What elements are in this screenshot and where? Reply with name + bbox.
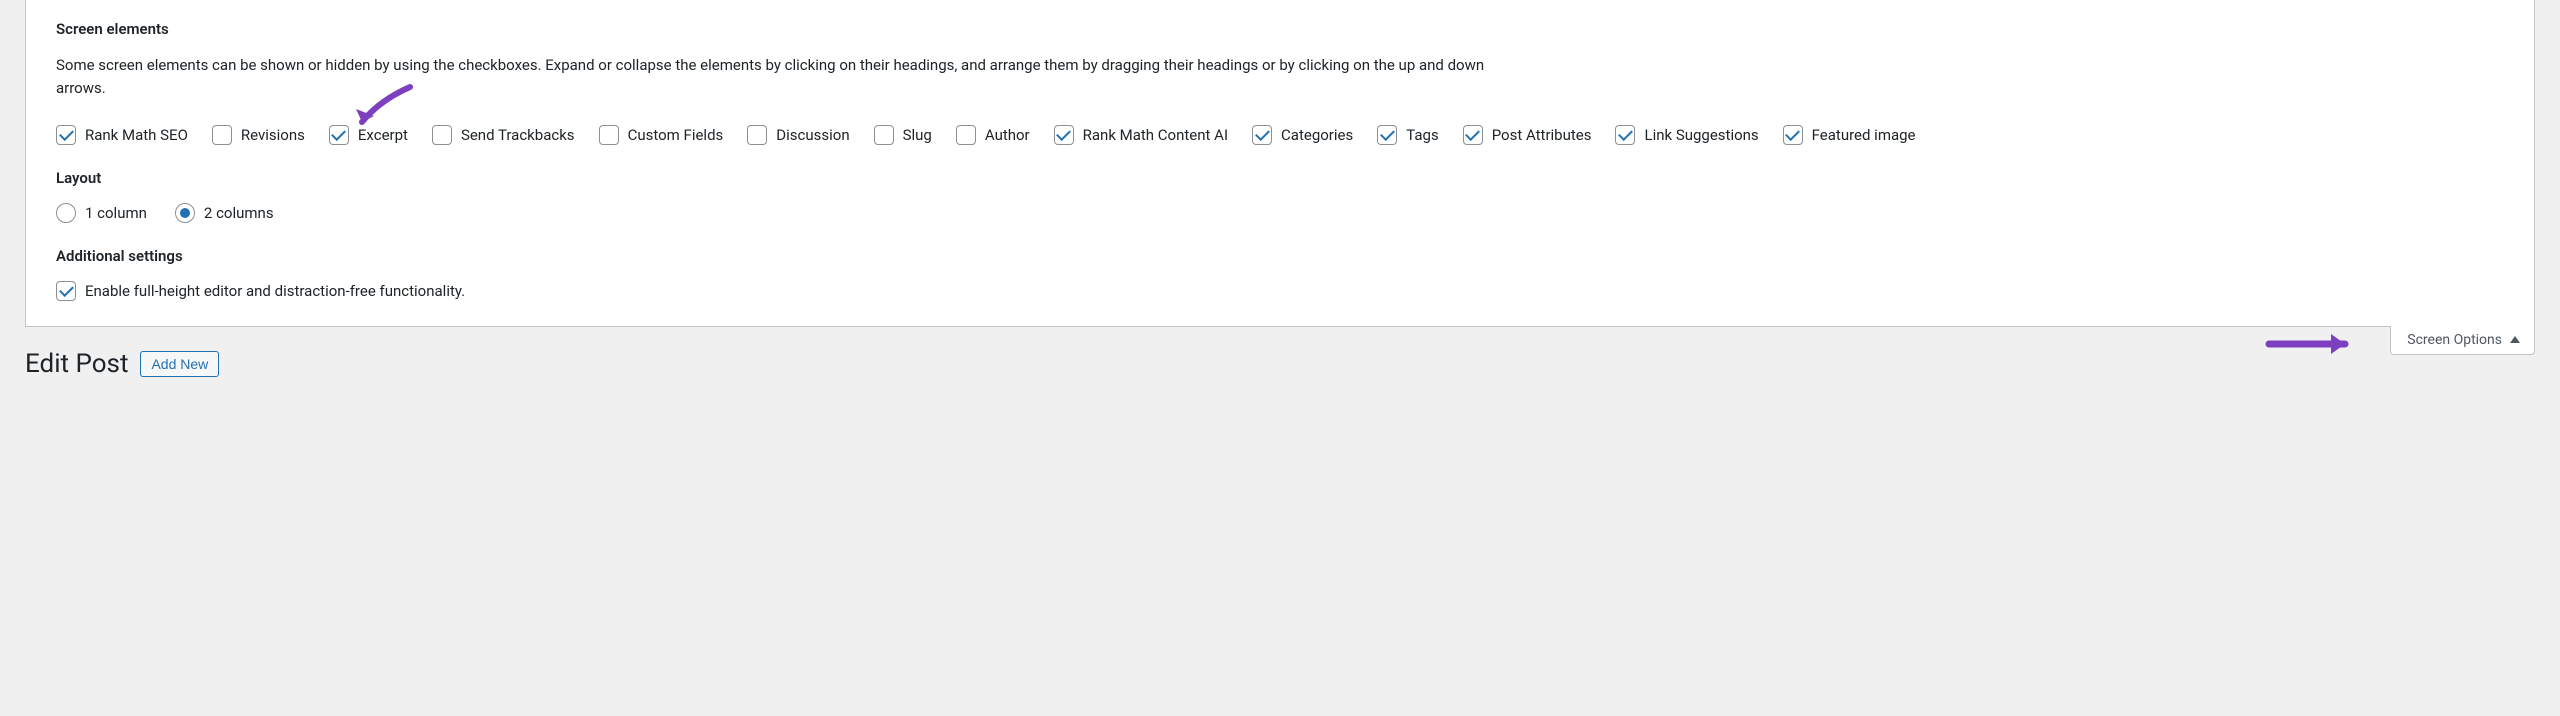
checkbox-label: Link Suggestions xyxy=(1644,126,1758,144)
checkbox-full-height-editor[interactable]: Enable full-height editor and distractio… xyxy=(56,281,465,301)
checkbox-box[interactable] xyxy=(432,125,452,145)
checkbox-post-attributes[interactable]: Post Attributes xyxy=(1463,125,1592,145)
checkbox-label: Discussion xyxy=(776,126,849,144)
checkbox-box[interactable] xyxy=(1463,125,1483,145)
screen-elements-heading: Screen elements xyxy=(56,20,2504,38)
checkbox-box[interactable] xyxy=(56,125,76,145)
radio-col2[interactable]: 2 columns xyxy=(175,203,274,223)
add-new-button[interactable]: Add New xyxy=(140,351,219,377)
chevron-up-icon xyxy=(2510,336,2520,343)
checkbox-tags[interactable]: Tags xyxy=(1377,125,1438,145)
screen-options-label: Screen Options xyxy=(2407,332,2502,348)
layout-heading: Layout xyxy=(56,169,2504,187)
radio-label: 1 column xyxy=(85,204,147,222)
page-title: Edit Post xyxy=(25,349,128,379)
radio-dot[interactable] xyxy=(175,203,195,223)
checkbox-label: Revisions xyxy=(241,126,305,144)
screen-options-panel: Screen elements Some screen elements can… xyxy=(25,0,2535,327)
checkbox-box[interactable] xyxy=(1054,125,1074,145)
radio-label: 2 columns xyxy=(204,204,274,222)
screen-elements-description: Some screen elements can be shown or hid… xyxy=(56,54,1536,101)
checkbox-label: Enable full-height editor and distractio… xyxy=(85,282,465,300)
page-header-area: Screen Options Edit Post Add New xyxy=(25,327,2535,379)
checkbox-slug[interactable]: Slug xyxy=(874,125,932,145)
checkbox-send-trackbacks[interactable]: Send Trackbacks xyxy=(432,125,575,145)
checkbox-box[interactable] xyxy=(1377,125,1397,145)
screen-elements-checkbox-group: Rank Math SEO Revisions Excerpt Send Trackb… xyxy=(56,125,2504,145)
checkbox-discussion[interactable]: Discussion xyxy=(747,125,849,145)
checkbox-label: Rank Math Content AI xyxy=(1083,126,1228,144)
checkbox-label: Send Trackbacks xyxy=(461,126,575,144)
checkbox-custom-fields[interactable]: Custom Fields xyxy=(599,125,724,145)
checkbox-box[interactable] xyxy=(1783,125,1803,145)
checkbox-label: Post Attributes xyxy=(1492,126,1592,144)
checkbox-box[interactable] xyxy=(1615,125,1635,145)
checkbox-box[interactable] xyxy=(1252,125,1272,145)
checkbox-label: Custom Fields xyxy=(628,126,724,144)
checkbox-featured-image[interactable]: Featured image xyxy=(1783,125,1916,145)
checkbox-box[interactable] xyxy=(56,281,76,301)
checkbox-label: Featured image xyxy=(1812,126,1916,144)
checkbox-box[interactable] xyxy=(329,125,349,145)
checkbox-excerpt[interactable]: Excerpt xyxy=(329,125,408,145)
additional-settings-group: Enable full-height editor and distractio… xyxy=(56,281,2504,301)
radio-dot[interactable] xyxy=(56,203,76,223)
checkbox-categories[interactable]: Categories xyxy=(1252,125,1353,145)
checkbox-rank-math-seo[interactable]: Rank Math SEO xyxy=(56,125,188,145)
checkbox-box[interactable] xyxy=(874,125,894,145)
checkbox-box[interactable] xyxy=(599,125,619,145)
checkbox-link-suggestions[interactable]: Link Suggestions xyxy=(1615,125,1758,145)
layout-radio-group: 1 column 2 columns xyxy=(56,203,2504,223)
checkbox-label: Rank Math SEO xyxy=(85,126,188,144)
checkbox-label: Author xyxy=(985,126,1030,144)
checkbox-box[interactable] xyxy=(956,125,976,145)
checkbox-rank-math-content-ai[interactable]: Rank Math Content AI xyxy=(1054,125,1228,145)
checkbox-revisions[interactable]: Revisions xyxy=(212,125,305,145)
checkbox-author[interactable]: Author xyxy=(956,125,1030,145)
checkbox-label: Tags xyxy=(1406,126,1438,144)
checkbox-box[interactable] xyxy=(212,125,232,145)
checkbox-box[interactable] xyxy=(747,125,767,145)
screen-options-toggle[interactable]: Screen Options xyxy=(2390,326,2535,355)
radio-col1[interactable]: 1 column xyxy=(56,203,147,223)
checkbox-label: Slug xyxy=(903,126,932,144)
checkbox-label: Categories xyxy=(1281,126,1353,144)
additional-settings-heading: Additional settings xyxy=(56,247,2504,265)
checkbox-label: Excerpt xyxy=(358,126,408,144)
